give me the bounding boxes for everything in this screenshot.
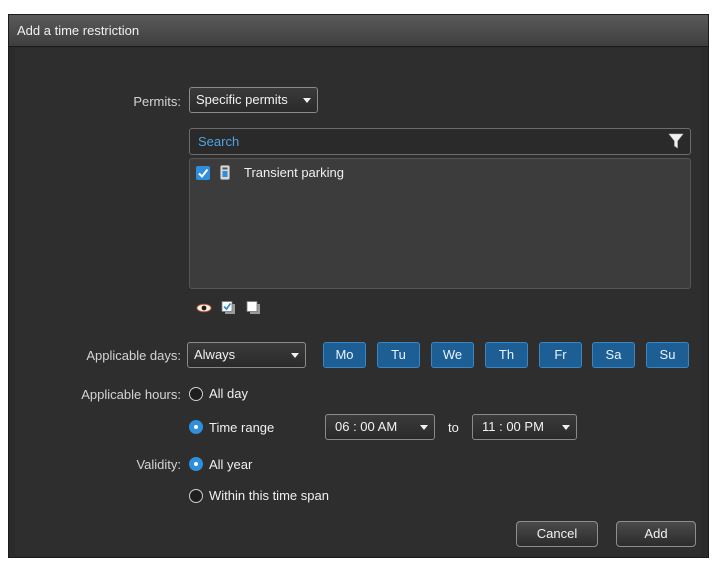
applicable-hours-label: Applicable hours:: [81, 387, 181, 402]
day-button-mo[interactable]: Mo: [323, 342, 366, 368]
cancel-button[interactable]: Cancel: [516, 521, 598, 547]
time-range-label: Time range: [209, 420, 275, 435]
uncheck-all-icon[interactable]: [246, 301, 262, 315]
all-year-radio[interactable]: [189, 457, 203, 471]
permits-dropdown-value: Specific permits: [196, 92, 288, 107]
to-label: to: [448, 420, 459, 435]
chevron-down-icon: [303, 98, 311, 103]
search-box: [189, 128, 691, 155]
start-time-value: 06 : 00 AM: [335, 419, 398, 434]
chevron-down-icon: [291, 353, 299, 358]
applicable-days-label: Applicable days:: [86, 348, 181, 363]
start-time-picker[interactable]: 06 : 00 AM: [325, 414, 435, 440]
end-time-value: 11 : 00 PM: [482, 419, 544, 434]
day-button-th[interactable]: Th: [485, 342, 528, 368]
filter-icon[interactable]: [668, 133, 684, 150]
day-button-we[interactable]: We: [431, 342, 474, 368]
permit-icon: [220, 165, 230, 180]
end-time-picker[interactable]: 11 : 00 PM: [472, 414, 577, 440]
permits-dropdown[interactable]: Specific permits: [189, 87, 318, 113]
all-day-label: All day: [209, 386, 249, 401]
dialog-body: Permits: Specific permits Transient: [15, 48, 702, 555]
title-bar[interactable]: Add a time restriction: [9, 15, 708, 47]
add-button[interactable]: Add: [616, 521, 696, 547]
chevron-down-icon: [420, 425, 428, 430]
eye-icon[interactable]: [196, 301, 212, 315]
checkmark-icon: [198, 168, 209, 179]
day-button-sa[interactable]: Sa: [592, 342, 635, 368]
all-year-label: All year: [209, 457, 253, 472]
chevron-down-icon: [562, 425, 570, 430]
day-button-tu[interactable]: Tu: [377, 342, 420, 368]
permit-name: Transient parking: [244, 165, 344, 180]
check-all-icon[interactable]: [221, 301, 237, 315]
dialog-title: Add a time restriction: [17, 23, 140, 38]
applicable-days-value: Always: [194, 347, 236, 362]
validity-label: Validity:: [136, 457, 181, 472]
day-button-su[interactable]: Su: [646, 342, 689, 368]
dialog-window: Add a time restriction Permits: Specific…: [8, 14, 709, 558]
permits-list: Transient parking: [189, 158, 691, 289]
time-span-label: Within this time span: [209, 488, 329, 503]
permit-checkbox[interactable]: [196, 166, 210, 180]
day-button-fr[interactable]: Fr: [539, 342, 582, 368]
permits-label: Permits:: [133, 94, 181, 109]
applicable-days-dropdown[interactable]: Always: [187, 342, 306, 368]
all-day-radio[interactable]: [189, 387, 203, 401]
time-span-radio[interactable]: [189, 489, 203, 503]
search-input[interactable]: [190, 129, 668, 154]
time-range-radio[interactable]: [189, 420, 203, 434]
